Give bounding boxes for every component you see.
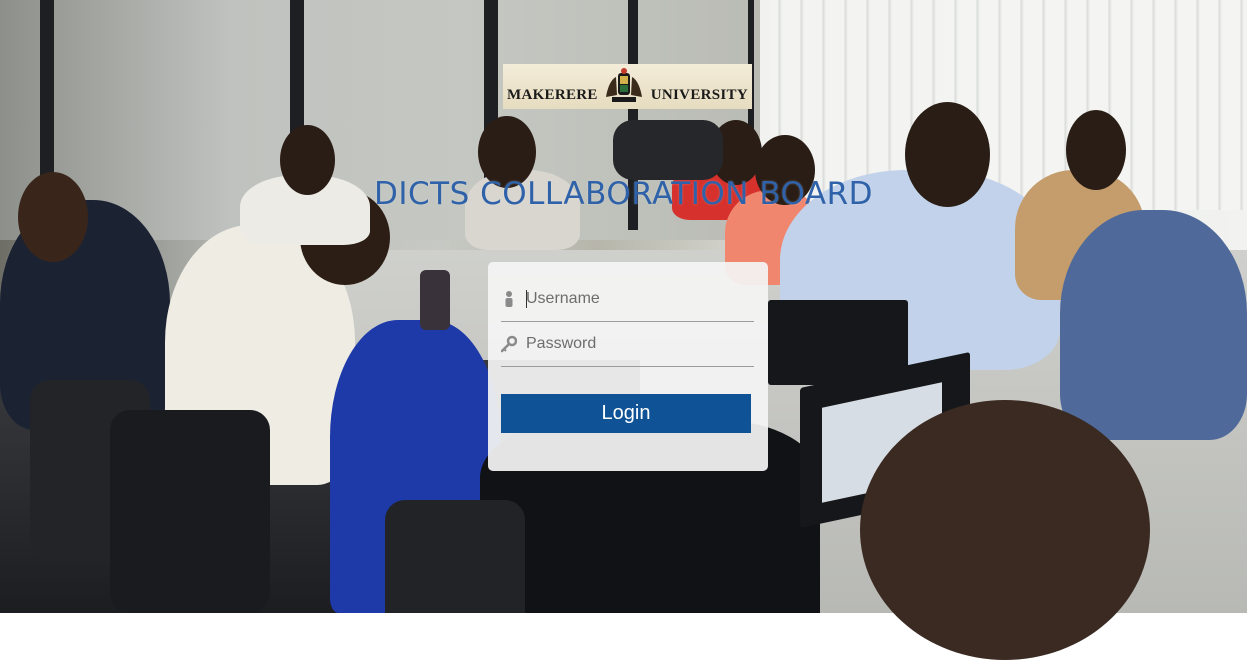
username-field: [501, 277, 754, 322]
password-input[interactable]: [526, 332, 751, 356]
login-panel: Login: [488, 262, 768, 471]
login-button[interactable]: Login: [501, 394, 751, 433]
university-logo: MAKERERE UNIVERSITY: [503, 64, 752, 109]
page-title: DICTS COLLABORATION BOARD: [373, 176, 874, 212]
username-input[interactable]: [526, 287, 751, 311]
key-icon: [500, 335, 518, 353]
user-icon: [501, 290, 517, 308]
logo-left-text: MAKERERE: [507, 87, 598, 103]
password-field: [500, 322, 754, 367]
text-caret: [526, 290, 527, 308]
logo-right-text: UNIVERSITY: [650, 87, 748, 103]
university-crest-icon: [602, 67, 646, 107]
